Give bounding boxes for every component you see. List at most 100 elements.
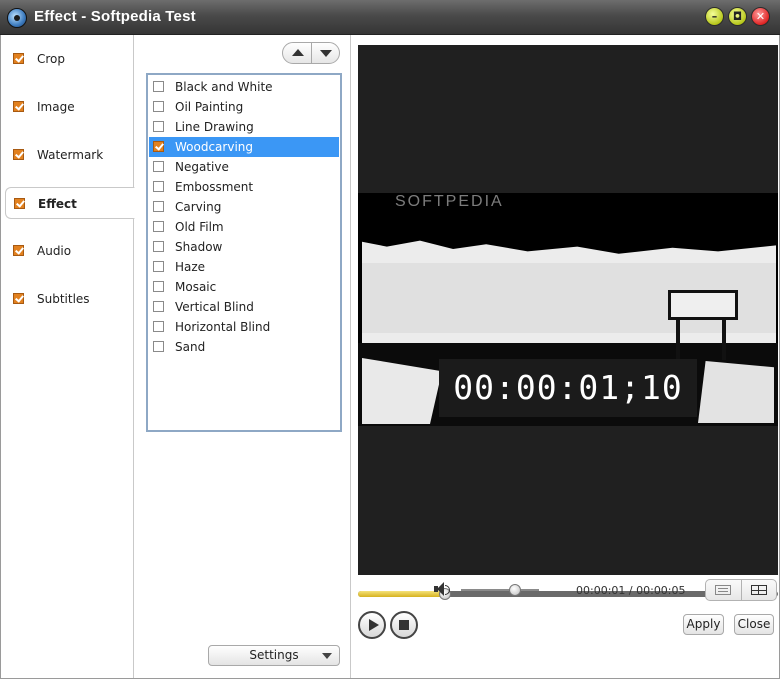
list-item-label: Horizontal Blind [175, 320, 271, 334]
checkbox-icon[interactable] [153, 261, 164, 272]
list-item[interactable]: Mosaic [149, 277, 339, 297]
checkbox-icon[interactable] [153, 341, 164, 352]
stop-button[interactable] [390, 611, 418, 639]
volume-thumb[interactable] [509, 584, 522, 596]
list-item-label: Negative [175, 160, 229, 174]
checkbox-icon[interactable] [153, 281, 164, 292]
checkbox-icon[interactable] [153, 321, 164, 332]
list-item[interactable]: Negative [149, 157, 339, 177]
move-up-button[interactable] [283, 43, 312, 63]
list-item-label: Mosaic [175, 280, 217, 294]
list-item-label: Woodcarving [175, 140, 254, 154]
close-button[interactable]: Close [734, 614, 774, 635]
apply-button[interactable]: Apply [683, 614, 724, 635]
preview-frame: 00:00:01;10 [358, 193, 778, 426]
sidebar-item-label: Audio [37, 244, 72, 258]
single-view-icon[interactable] [715, 585, 731, 595]
scene-sand-right [698, 361, 774, 423]
sidebar-item-effect[interactable]: Effect [5, 187, 135, 219]
sidebar-item-label: Watermark [37, 148, 104, 162]
stop-icon [399, 620, 409, 630]
list-item[interactable]: Carving [149, 197, 339, 217]
sidebar-item-label: Crop [37, 52, 66, 66]
time-readout: 00:00:01 / 00:00:05 [576, 584, 686, 597]
list-item-selected[interactable]: Woodcarving [149, 137, 339, 157]
list-item-label: Sand [175, 340, 206, 354]
checkbox-icon[interactable] [153, 301, 164, 312]
checkbox-icon[interactable] [153, 81, 164, 92]
checkbox-icon[interactable] [13, 293, 24, 304]
list-item-label: Oil Painting [175, 100, 244, 114]
list-item[interactable]: Line Drawing [149, 117, 339, 137]
effect-list[interactable]: Black and White Oil Painting Line Drawin… [146, 73, 342, 432]
arrow-down-icon [320, 50, 332, 57]
close-icon[interactable]: ✕ [751, 7, 770, 26]
sidebar-nav: Crop Image Watermark Effect Audio Subtit… [1, 35, 135, 678]
list-item-label: Vertical Blind [175, 300, 254, 314]
sidebar-item-label: Subtitles [37, 292, 90, 306]
settings-label: Settings [249, 648, 299, 662]
list-item[interactable]: Haze [149, 257, 339, 277]
list-item-label: Old Film [175, 220, 224, 234]
list-item-label: Line Drawing [175, 120, 254, 134]
scene-lifeguard-tower [668, 290, 738, 320]
list-item[interactable]: Sand [149, 337, 339, 357]
list-item[interactable]: Shadow [149, 237, 339, 257]
move-down-button[interactable] [312, 43, 340, 63]
maximize-icon[interactable]: ◘ [728, 7, 747, 26]
play-icon [369, 619, 379, 631]
checkbox-icon[interactable] [153, 221, 164, 232]
current-time: 00:00:01 [576, 584, 626, 597]
checkbox-icon[interactable] [13, 245, 24, 256]
window-title: Effect - Softpedia Test [34, 8, 196, 25]
timecode-overlay: 00:00:01;10 [439, 359, 697, 417]
sidebar-item-subtitles[interactable]: Subtitles [1, 283, 133, 315]
sidebar-item-label: Image [37, 100, 75, 114]
total-time: 00:00:05 [636, 584, 686, 597]
sidebar-item-audio[interactable]: Audio [1, 235, 133, 267]
split-view-icon[interactable] [751, 585, 767, 595]
checkbox-icon[interactable] [13, 149, 24, 160]
time-separator: / [625, 584, 637, 597]
checkbox-icon[interactable] [153, 141, 164, 152]
sidebar-item-image[interactable]: Image [1, 91, 133, 123]
list-item-label: Black and White [175, 80, 273, 94]
speaker-wave [445, 585, 450, 595]
checkbox-icon[interactable] [153, 101, 164, 112]
arrow-up-icon [292, 49, 304, 56]
checkbox-icon[interactable] [153, 241, 164, 252]
checkbox-icon[interactable] [14, 198, 25, 209]
watermark-text: SOFTPEDIA [395, 193, 504, 210]
checkbox-icon[interactable] [13, 101, 24, 112]
play-button[interactable] [358, 611, 386, 639]
dialog-body: Crop Image Watermark Effect Audio Subtit… [0, 35, 780, 679]
list-item-label: Shadow [175, 240, 223, 254]
film-reel-icon [7, 8, 27, 28]
list-item[interactable]: Oil Painting [149, 97, 339, 117]
sidebar-item-watermark[interactable]: Watermark [1, 139, 133, 171]
title-bar: Effect - Softpedia Test – ◘ ✕ [0, 0, 780, 35]
list-item[interactable]: Vertical Blind [149, 297, 339, 317]
speaker-icon[interactable] [434, 582, 450, 596]
checkbox-icon[interactable] [153, 161, 164, 172]
scene-tower-leg [722, 320, 726, 360]
checkbox-icon[interactable] [13, 53, 24, 64]
list-item[interactable]: Black and White [149, 77, 339, 97]
scene-tower-leg [676, 320, 680, 360]
list-item[interactable]: Embossment [149, 177, 339, 197]
volume-slider[interactable] [461, 584, 539, 596]
video-preview: 00:00:01;10 [358, 45, 778, 575]
effects-panel: Black and White Oil Painting Line Drawin… [134, 35, 351, 678]
chevron-down-icon [322, 653, 332, 659]
settings-dropdown-button[interactable]: Settings [208, 645, 340, 666]
sidebar-item-crop[interactable]: Crop [1, 43, 133, 75]
checkbox-icon[interactable] [153, 181, 164, 192]
checkbox-icon[interactable] [153, 121, 164, 132]
list-item-label: Embossment [175, 180, 254, 194]
minimize-icon[interactable]: – [705, 7, 724, 26]
list-item[interactable]: Old Film [149, 217, 339, 237]
list-item[interactable]: Horizontal Blind [149, 317, 339, 337]
view-mode-toggle [705, 579, 777, 601]
checkbox-icon[interactable] [153, 201, 164, 212]
seek-progress [358, 591, 445, 597]
